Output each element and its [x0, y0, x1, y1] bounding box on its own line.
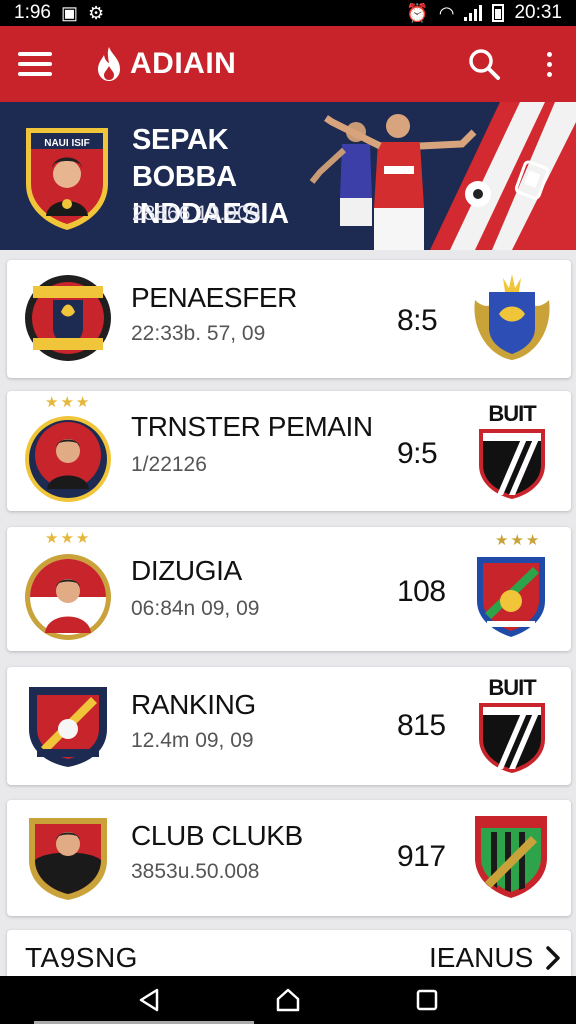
more-row-left-label: TA9SNG — [25, 942, 138, 973]
hero-badge-text: NAUI ISIF — [44, 138, 90, 149]
opponent-crest — [477, 557, 545, 637]
app-brand: ADIAIN — [94, 46, 236, 82]
signal-icon — [464, 5, 483, 21]
list-item[interactable]: CLUB CLUKB 3853u.50.008 917 — [7, 800, 571, 916]
item-title: DIZUGIA — [131, 555, 242, 586]
item-tag: BUIT — [488, 401, 536, 426]
hero-subtitle: 28866 19.909 — [132, 202, 261, 225]
status-time-left: 1:96 — [14, 2, 51, 23]
settings-notification-icon: ⚙ — [88, 3, 105, 23]
item-title: CLUB CLUKB — [131, 820, 303, 851]
chevron-right-icon — [546, 946, 560, 970]
item-subtitle: 1/22126 — [131, 453, 207, 476]
item-tag: BUIT — [488, 675, 536, 700]
hero-players-image — [309, 114, 491, 250]
see-more-label: IEANUS — [429, 942, 534, 973]
item-score: 815 — [397, 709, 446, 742]
phone-icon — [514, 160, 550, 200]
back-icon[interactable] — [129, 985, 169, 1015]
image-notification-icon: ▣ — [60, 3, 78, 23]
star-icon: ★★★ — [495, 532, 542, 549]
item-score: 9:5 — [397, 437, 438, 470]
star-icon: ★★★ — [45, 394, 92, 411]
flame-icon — [98, 47, 120, 81]
opponent-crest — [479, 429, 545, 499]
home-icon[interactable] — [268, 985, 308, 1015]
item-subtitle: 3853u.50.008 — [131, 860, 260, 883]
more-vert-icon[interactable] — [541, 51, 558, 77]
item-score: 8:5 — [397, 304, 438, 337]
system-nav-bar — [0, 976, 576, 1024]
club-logo — [29, 818, 107, 900]
item-title: RANKING — [131, 689, 256, 720]
opponent-crest — [475, 816, 547, 898]
item-subtitle: 22:33b. 57, 09 — [131, 322, 266, 345]
club-logo — [29, 687, 107, 767]
status-bar: 1:96 ▣ ⚙ ⏰ ◠ 20:31 — [0, 0, 576, 26]
list-item[interactable]: RANKING 12.4m 09, 09 815 BUIT — [7, 667, 571, 785]
club-logo — [25, 554, 111, 640]
list-item[interactable]: ★★★ TRNSTER PEMAIN 1/22126 9:5 BUIT — [7, 391, 571, 511]
alarm-icon: ⏰ — [406, 3, 429, 23]
app-bar: ADIAIN — [0, 26, 576, 102]
wifi-icon: ◠ — [438, 3, 455, 23]
status-time-right: 20:31 — [514, 2, 562, 23]
item-title: TRNSTER PEMAIN — [131, 411, 373, 442]
item-subtitle: 12.4m 09, 09 — [131, 729, 254, 752]
club-logo — [25, 275, 111, 361]
item-title: PENAESFER — [131, 282, 297, 313]
hero-banner[interactable]: NAUI ISIF SEPAK BOBBA INDDAESIA 28866 19… — [0, 102, 576, 250]
star-icon: ★★★ — [45, 530, 92, 547]
search-icon[interactable] — [467, 47, 501, 81]
battery-icon — [492, 4, 505, 22]
item-subtitle: 06:84n 09, 09 — [131, 597, 260, 620]
list-item[interactable]: PENAESFER 22:33b. 57, 09 8:5 — [7, 260, 571, 378]
item-score: 917 — [397, 840, 446, 873]
app-title: ADIAIN — [130, 47, 237, 80]
more-row[interactable]: TA9SNG IEANUS — [7, 930, 571, 976]
opponent-crest — [474, 274, 550, 360]
see-more-link[interactable]: IEANUS — [429, 942, 563, 974]
menu-icon[interactable] — [18, 52, 52, 76]
recents-icon[interactable] — [407, 985, 447, 1015]
list-item[interactable]: ★★★ DIZUGIA 06:84n 09, 09 108 ★★★ — [7, 527, 571, 651]
hero-club-badge: NAUI ISIF — [26, 128, 108, 230]
item-score: 108 — [397, 575, 446, 608]
club-logo — [25, 416, 111, 502]
opponent-crest — [479, 703, 545, 773]
